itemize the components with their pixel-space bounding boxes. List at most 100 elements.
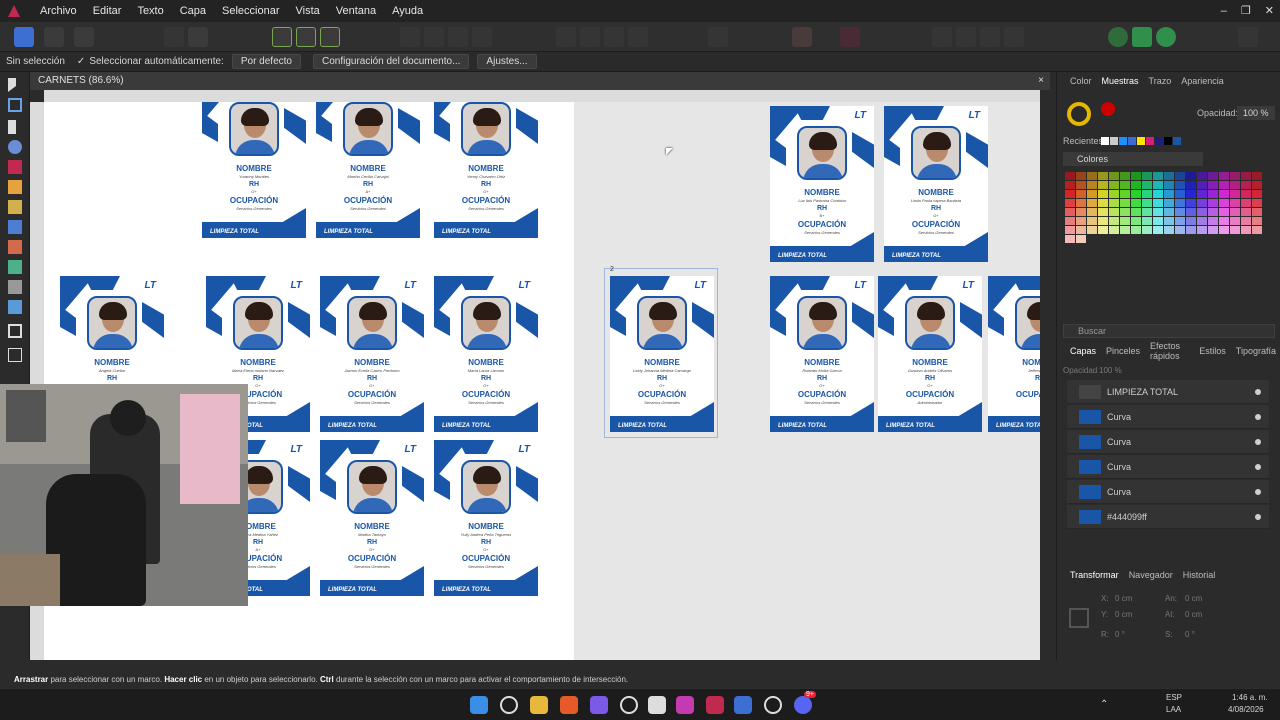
- menu-ventana[interactable]: Ventana: [328, 0, 384, 22]
- palette-swatch[interactable]: [1197, 208, 1207, 216]
- close-document-icon[interactable]: ×: [1038, 72, 1044, 90]
- chatgpt-icon[interactable]: [764, 696, 782, 714]
- tab-stroke[interactable]: Trazo: [1144, 76, 1177, 86]
- swatch-grid[interactable]: [1065, 172, 1269, 244]
- minimize-button[interactable]: –: [1221, 0, 1227, 22]
- layer-row[interactable]: Curva: [1067, 455, 1269, 479]
- rectangle-tool-icon[interactable]: [8, 348, 22, 362]
- user-icon[interactable]: [1238, 27, 1258, 47]
- align-center-icon[interactable]: [296, 27, 316, 47]
- palette-swatch[interactable]: [1175, 235, 1185, 243]
- menu-capa[interactable]: Capa: [172, 0, 214, 22]
- palette-swatch[interactable]: [1164, 235, 1174, 243]
- w-field[interactable]: 0 cm: [1185, 594, 1202, 603]
- palette-swatch[interactable]: [1120, 190, 1130, 198]
- maximize-button[interactable]: ❐: [1241, 0, 1251, 22]
- h-field[interactable]: 0 cm: [1185, 610, 1202, 619]
- palette-swatch[interactable]: [1065, 172, 1075, 180]
- palette-swatch[interactable]: [1241, 217, 1251, 225]
- x-field[interactable]: 0 cm: [1115, 594, 1132, 603]
- align-icon[interactable]: [272, 27, 292, 47]
- visibility-icon[interactable]: [1255, 389, 1261, 395]
- palette-swatch[interactable]: [1065, 217, 1075, 225]
- palette-swatch[interactable]: [1164, 190, 1174, 198]
- palette-swatch[interactable]: [1175, 226, 1185, 234]
- palette-swatch[interactable]: [1076, 217, 1086, 225]
- palette-swatch[interactable]: [1087, 199, 1097, 207]
- palette-swatch[interactable]: [1230, 172, 1240, 180]
- eyedropper-icon[interactable]: [1101, 102, 1115, 116]
- flip-icon[interactable]: [580, 27, 600, 47]
- gear-icon[interactable]: [188, 27, 208, 47]
- palette-swatch[interactable]: [1219, 226, 1229, 234]
- settings-button[interactable]: Ajustes...: [477, 54, 537, 69]
- palette-swatch[interactable]: [1065, 181, 1075, 189]
- document-setup-button[interactable]: Configuración del documento...: [313, 54, 470, 69]
- recent-swatch[interactable]: [1119, 137, 1127, 145]
- palette-swatch[interactable]: [1065, 235, 1075, 243]
- pencil-tool-icon[interactable]: [8, 200, 22, 214]
- palette-swatch[interactable]: [1197, 217, 1207, 225]
- menu-seleccionar[interactable]: Seleccionar: [214, 0, 287, 22]
- palette-swatch[interactable]: [1098, 235, 1108, 243]
- color-picker-icon[interactable]: [840, 27, 860, 47]
- palette-swatch[interactable]: [1241, 226, 1251, 234]
- palette-swatch[interactable]: [1109, 199, 1119, 207]
- windows-start-icon[interactable]: [470, 696, 488, 714]
- visibility-icon[interactable]: [1255, 514, 1261, 520]
- palette-swatch[interactable]: [1065, 199, 1075, 207]
- palette-swatch[interactable]: [1098, 190, 1108, 198]
- palette-swatch[interactable]: [1230, 208, 1240, 216]
- tab-transform[interactable]: Transformar: [1065, 570, 1124, 580]
- id-card[interactable]: LT NOMBRE Martha Tamayo RH O+ OCUPACIÓN Servic…: [320, 440, 424, 596]
- id-card[interactable]: LT NOMBRE Rolando Motta García RH O+ OCUPACIÓ…: [770, 276, 874, 432]
- palette-swatch[interactable]: [1241, 199, 1251, 207]
- clock-time[interactable]: 1:46 a. m.: [1232, 693, 1268, 702]
- palette-swatch[interactable]: [1164, 172, 1174, 180]
- anchor-icon[interactable]: [1069, 608, 1089, 628]
- chevron-up-icon[interactable]: ⌃: [1100, 699, 1108, 710]
- id-card[interactable]: LTNOMBREYuranny MoralesRHO+OCUPACIÓNServ…: [202, 102, 306, 238]
- y-field[interactable]: 0 cm: [1115, 610, 1132, 619]
- palette-swatch[interactable]: [1197, 190, 1207, 198]
- rotate-icon[interactable]: [556, 27, 576, 47]
- palette-swatch[interactable]: [1219, 172, 1229, 180]
- discord-icon[interactable]: [794, 696, 812, 714]
- crop-tool-icon[interactable]: [8, 324, 22, 338]
- palette-swatch[interactable]: [1120, 199, 1130, 207]
- tab-layers[interactable]: Capas: [1065, 346, 1101, 356]
- palette-swatch[interactable]: [1241, 235, 1251, 243]
- layer-row[interactable]: Curva: [1067, 430, 1269, 454]
- fill-stroke-icon[interactable]: [1067, 102, 1091, 126]
- palette-swatch[interactable]: [1153, 181, 1163, 189]
- palette-swatch[interactable]: [1208, 226, 1218, 234]
- palette-dropdown[interactable]: Colores: [1063, 152, 1203, 166]
- recent-swatch[interactable]: [1110, 137, 1118, 145]
- recent-swatch[interactable]: [1173, 137, 1181, 145]
- palette-swatch[interactable]: [1087, 217, 1097, 225]
- id-card[interactable]: LT NOMBRE Linda Paola capera Bautista RH O+ O…: [884, 106, 988, 262]
- id-card[interactable]: LT NOMBRE Yully Andrea Peña Trigueros RH O+ O…: [434, 440, 538, 596]
- palette-swatch[interactable]: [1109, 208, 1119, 216]
- layer-row[interactable]: Curva: [1067, 480, 1269, 504]
- id-card[interactable]: LT NOMBRE Jazmín Evelia Castro Perdomo RH O+…: [320, 276, 424, 432]
- tab-brushes[interactable]: Pinceles: [1101, 346, 1145, 356]
- language-top[interactable]: ESP: [1166, 693, 1182, 702]
- palette-swatch[interactable]: [1076, 226, 1086, 234]
- palette-swatch[interactable]: [1142, 235, 1152, 243]
- palette-swatch[interactable]: [1252, 199, 1262, 207]
- s-field[interactable]: 0 °: [1185, 630, 1195, 639]
- language-bottom[interactable]: LAA: [1166, 705, 1181, 714]
- search-icon[interactable]: [500, 696, 518, 714]
- palette-swatch[interactable]: [1153, 235, 1163, 243]
- opacity-field[interactable]: 100 %: [1237, 106, 1275, 120]
- clock-date[interactable]: 4/08/2026: [1228, 705, 1264, 714]
- palette-swatch[interactable]: [1252, 235, 1262, 243]
- corner-tool-icon[interactable]: [8, 160, 22, 174]
- palette-swatch[interactable]: [1120, 226, 1130, 234]
- id-card[interactable]: LTNOMBREJefferson PerRHOCUPACIÓNLIMPIEZA…: [988, 276, 1040, 432]
- palette-swatch[interactable]: [1098, 226, 1108, 234]
- palette-swatch[interactable]: [1241, 181, 1251, 189]
- palette-swatch[interactable]: [1087, 208, 1097, 216]
- palette-swatch[interactable]: [1197, 199, 1207, 207]
